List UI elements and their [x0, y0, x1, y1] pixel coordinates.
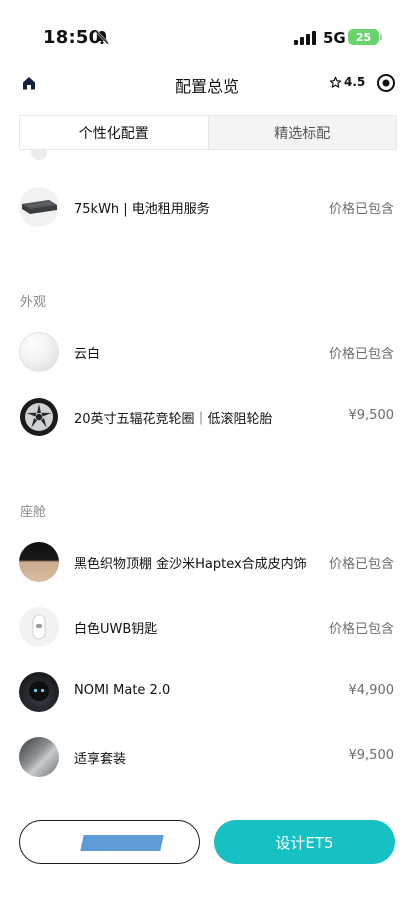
paint-swatch-thumbnail — [19, 332, 59, 372]
item-price: 价格已包含 — [328, 557, 394, 572]
rating-value: 4.5 — [344, 75, 366, 89]
design-et5-button[interactable]: 设计ET5 — [214, 820, 395, 864]
redacted-label — [80, 835, 164, 851]
signal-icon — [294, 31, 316, 45]
secondary-button[interactable] — [19, 820, 200, 864]
item-price: ¥9,500 — [348, 748, 395, 763]
status-bar: 18:50 5G 25 — [0, 0, 414, 70]
item-name: 白色UWB钥匙 — [74, 622, 158, 637]
item-name: 云白 — [74, 347, 101, 362]
network-type: 5G — [323, 29, 346, 47]
list-item-interior[interactable]: 黑色织物顶棚 金沙米Haptex合成皮内饰 价格已包含 — [0, 540, 414, 584]
tab-bar: 个性化配置 精选标配 — [19, 115, 397, 150]
partial-thumbnail — [31, 150, 47, 160]
target-icon[interactable] — [376, 73, 396, 93]
item-name: NOMI Mate 2.0 — [74, 683, 171, 698]
rating-button[interactable]: 4.5 — [329, 75, 365, 89]
interior-thumbnail — [19, 542, 59, 582]
item-price: ¥4,900 — [348, 683, 395, 698]
item-price: 价格已包含 — [328, 347, 394, 362]
item-name: 75kWh | 电池租用服务 — [74, 202, 210, 217]
section-title-cabin: 座舱 — [20, 505, 47, 520]
item-price: 价格已包含 — [328, 202, 394, 217]
seat-thumbnail — [19, 737, 59, 777]
bottom-bar: 设计ET5 — [0, 800, 414, 900]
star-icon — [329, 76, 342, 88]
list-item-paint[interactable]: 云白 价格已包含 — [0, 330, 414, 374]
battery-level: 25 — [355, 30, 372, 44]
nav-bar: 配置总览 4.5 — [0, 66, 414, 102]
item-price: 价格已包含 — [328, 622, 394, 637]
tab-personalized[interactable]: 个性化配置 — [20, 116, 209, 149]
section-title-exterior: 外观 — [20, 295, 47, 310]
nomi-thumbnail — [19, 672, 59, 712]
list-item-comfort-package[interactable]: 适享套装 ¥9,500 — [0, 735, 414, 779]
list-item-wheel[interactable]: 20英寸五辐花竞轮圈｜低滚阻轮胎 ¥9,500 — [0, 395, 414, 439]
list-item-battery[interactable]: 75kWh | 电池租用服务 价格已包含 — [0, 185, 414, 229]
bell-muted-icon — [95, 30, 109, 45]
battery-pack-thumbnail — [19, 187, 59, 227]
uwb-key-thumbnail — [19, 607, 59, 647]
wheel-thumbnail — [19, 397, 59, 437]
list-item-uwb-key[interactable]: 白色UWB钥匙 价格已包含 — [0, 605, 414, 649]
config-list: 75kWh | 电池租用服务 价格已包含 外观 云白 价格已包含 20英寸五辐花… — [0, 150, 414, 800]
list-item-nomi[interactable]: NOMI Mate 2.0 ¥4,900 — [0, 670, 414, 714]
item-name: 适享套装 — [74, 752, 127, 767]
tab-standard[interactable]: 精选标配 — [209, 116, 397, 149]
item-name: 黑色织物顶棚 金沙米Haptex合成皮内饰 — [74, 557, 307, 572]
item-name: 20英寸五辐花竞轮圈｜低滚阻轮胎 — [74, 412, 273, 427]
status-time: 18:50 — [43, 27, 102, 48]
battery-tip — [380, 34, 382, 40]
item-price: ¥9,500 — [348, 408, 395, 423]
battery-icon: 25 — [348, 29, 379, 45]
